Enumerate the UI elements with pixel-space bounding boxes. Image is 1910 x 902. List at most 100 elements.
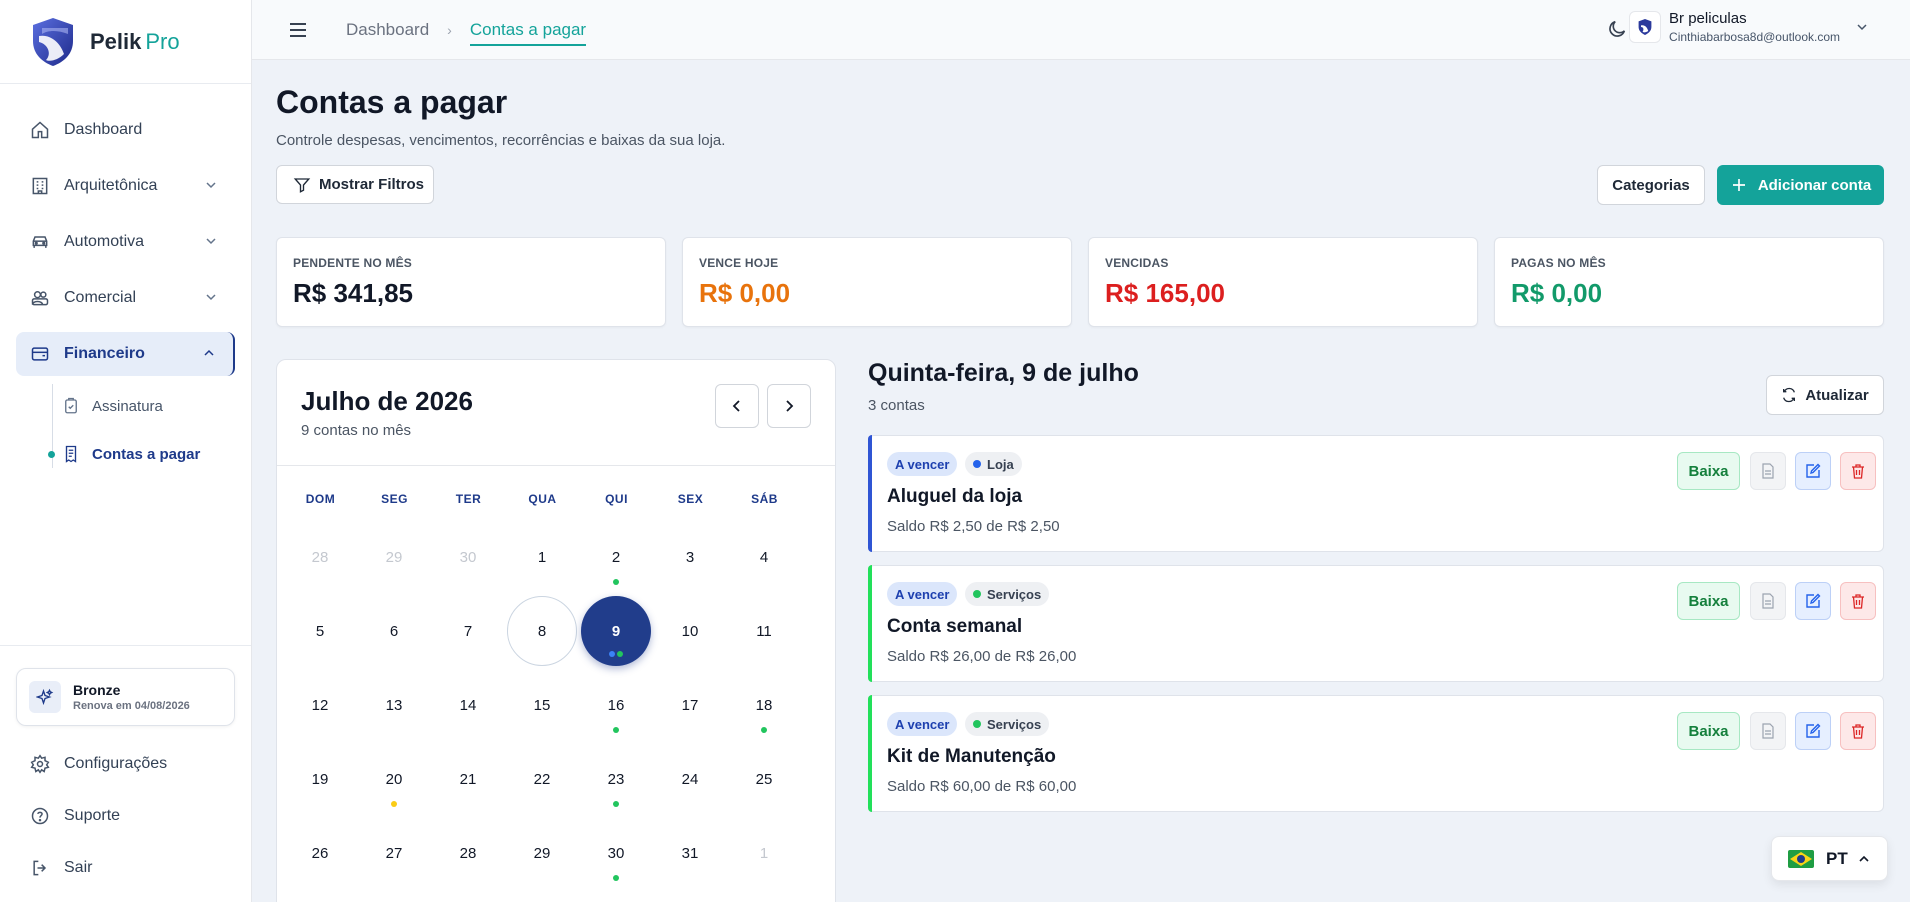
sidebar-item-label: Sair xyxy=(64,859,93,876)
main-content: Contas a pagar Controle despesas, vencim… xyxy=(252,60,1910,902)
calendar-day[interactable]: 3 xyxy=(655,522,725,592)
document-button[interactable] xyxy=(1750,582,1786,620)
breadcrumb-dashboard[interactable]: Dashboard xyxy=(346,20,429,40)
calendar-day[interactable]: 22 xyxy=(507,744,577,814)
calendar-day[interactable]: 8 xyxy=(507,596,577,666)
status-badge: A vencer xyxy=(887,452,958,476)
shield-logo-icon xyxy=(1638,19,1652,35)
chevron-down-icon xyxy=(1857,24,1867,31)
edit-button[interactable] xyxy=(1795,712,1831,750)
calendar-day[interactable]: 21 xyxy=(433,744,503,814)
sidebar-item-configuracoes[interactable]: Configurações xyxy=(16,744,235,784)
calendar-day[interactable]: 12 xyxy=(285,670,355,740)
stat-value: R$ 341,85 xyxy=(293,278,413,308)
trash-icon xyxy=(1852,594,1864,609)
sidebar-subitem-label: Assinatura xyxy=(92,397,163,415)
sidebar-item-label: Comercial xyxy=(64,289,137,306)
settle-button[interactable]: Baixa xyxy=(1677,582,1740,620)
delete-button[interactable] xyxy=(1840,712,1876,750)
sidebar-nav: Dashboard Arquitetônica Automotiva Comer… xyxy=(0,84,251,476)
calendar-day[interactable]: 26 xyxy=(285,818,355,888)
car-icon xyxy=(30,232,50,252)
brand-name: Pelik Pro xyxy=(90,29,180,55)
previous-month-button[interactable] xyxy=(715,384,759,428)
calendar-day[interactable]: 10 xyxy=(655,596,725,666)
refresh-label: Atualizar xyxy=(1805,386,1869,404)
category-dot xyxy=(973,460,981,468)
calendar-count: 9 contas no mês xyxy=(301,422,412,439)
plan-card[interactable]: Bronze Renova em 04/08/2026 xyxy=(16,668,235,726)
plan-name: Bronze xyxy=(73,682,121,698)
dark-mode-toggle-icon[interactable] xyxy=(1606,18,1628,40)
calendar-day[interactable]: 29 xyxy=(507,818,577,888)
stat-label: PENDENTE NO MÊS xyxy=(293,256,413,270)
bill-card[interactable]: A vencer Loja Aluguel da loja Saldo R$ 2… xyxy=(868,435,1884,552)
bill-indicator-dot xyxy=(613,579,619,585)
language-switcher[interactable]: PT xyxy=(1771,836,1888,881)
settle-button[interactable]: Baixa xyxy=(1677,712,1740,750)
calendar-header: Julho de 2026 9 contas no mês xyxy=(277,360,835,466)
status-badge: A vencer xyxy=(887,582,958,606)
calendar-day[interactable]: 31 xyxy=(655,818,725,888)
bill-indicator-dot xyxy=(613,801,619,807)
breadcrumb-current[interactable]: Contas a pagar xyxy=(469,20,587,46)
weekday-header: SEX xyxy=(677,492,704,506)
brand[interactable]: Pelik Pro xyxy=(0,0,251,84)
plus-icon xyxy=(1732,179,1745,191)
calendar-day[interactable]: 4 xyxy=(729,522,799,592)
settle-button[interactable]: Baixa xyxy=(1677,452,1740,490)
edit-button[interactable] xyxy=(1795,582,1831,620)
hamburger-menu-icon[interactable] xyxy=(286,18,310,42)
selected-day-title: Quinta-feira, 9 de julho xyxy=(868,359,1139,387)
next-month-button[interactable] xyxy=(767,384,811,428)
calendar-day[interactable]: 13 xyxy=(359,670,429,740)
calendar-day[interactable]: 17 xyxy=(655,670,725,740)
page-subtitle: Controle despesas, vencimentos, recorrên… xyxy=(276,132,726,149)
chevron-down-icon xyxy=(206,182,216,189)
calendar-day[interactable]: 1 xyxy=(507,522,577,592)
refresh-button[interactable]: Atualizar xyxy=(1766,375,1884,415)
bill-indicator-dot xyxy=(391,801,397,807)
delete-button[interactable] xyxy=(1840,582,1876,620)
document-button[interactable] xyxy=(1750,452,1786,490)
delete-button[interactable] xyxy=(1840,452,1876,490)
add-bill-button[interactable]: Adicionar conta xyxy=(1717,165,1884,205)
calendar-day[interactable]: 24 xyxy=(655,744,725,814)
sidebar-item-sair[interactable]: Sair xyxy=(16,848,235,888)
trash-icon xyxy=(1852,464,1864,479)
calendar-day[interactable]: 6 xyxy=(359,596,429,666)
calendar-day[interactable]: 19 xyxy=(285,744,355,814)
bill-name: Conta semanal xyxy=(887,616,1023,637)
sparkles-icon xyxy=(29,681,61,713)
stat-value: R$ 165,00 xyxy=(1105,278,1225,308)
sidebar-bottom: Bronze Renova em 04/08/2026 Configuraçõe… xyxy=(0,645,251,900)
bill-card[interactable]: A vencer Serviços Kit de Manutenção Sald… xyxy=(868,695,1884,812)
calendar-day[interactable]: 27 xyxy=(359,818,429,888)
calendar-day[interactable]: 15 xyxy=(507,670,577,740)
bill-card[interactable]: A vencer Serviços Conta semanal Saldo R$… xyxy=(868,565,1884,682)
calendar-day[interactable]: 5 xyxy=(285,596,355,666)
calendar-day[interactable]: 7 xyxy=(433,596,503,666)
sidebar-item-dashboard[interactable]: Dashboard xyxy=(16,108,235,152)
category-badge: Serviços xyxy=(965,582,1050,606)
sidebar-item-suporte[interactable]: Suporte xyxy=(16,796,235,836)
sidebar-subitem-contas-a-pagar[interactable]: Contas a pagar xyxy=(48,432,235,476)
chevron-up-icon xyxy=(1859,855,1869,862)
user-menu[interactable]: Br peliculas Cinthiabarbosa8d@outlook.co… xyxy=(1629,10,1870,44)
edit-button[interactable] xyxy=(1795,452,1831,490)
sidebar-item-comercial[interactable]: Comercial xyxy=(16,276,235,320)
calendar-day[interactable]: 28 xyxy=(433,818,503,888)
calendar-day[interactable]: 11 xyxy=(729,596,799,666)
categories-button[interactable]: Categorias xyxy=(1597,165,1705,205)
calendar-day-selected[interactable]: 9 xyxy=(581,596,651,666)
sidebar-item-financeiro[interactable]: Financeiro xyxy=(16,332,235,376)
calendar-day[interactable]: 14 xyxy=(433,670,503,740)
calendar-day: 28 xyxy=(311,548,329,566)
sidebar-item-arquitetonica[interactable]: Arquitetônica xyxy=(16,164,235,208)
sidebar-item-automotiva[interactable]: Automotiva xyxy=(16,220,235,264)
weekday-header: DOM xyxy=(305,492,336,506)
show-filters-button[interactable]: Mostrar Filtros xyxy=(276,165,434,204)
calendar-day[interactable]: 25 xyxy=(729,744,799,814)
document-button[interactable] xyxy=(1750,712,1786,750)
sidebar-subitem-assinatura[interactable]: Assinatura xyxy=(62,384,235,428)
